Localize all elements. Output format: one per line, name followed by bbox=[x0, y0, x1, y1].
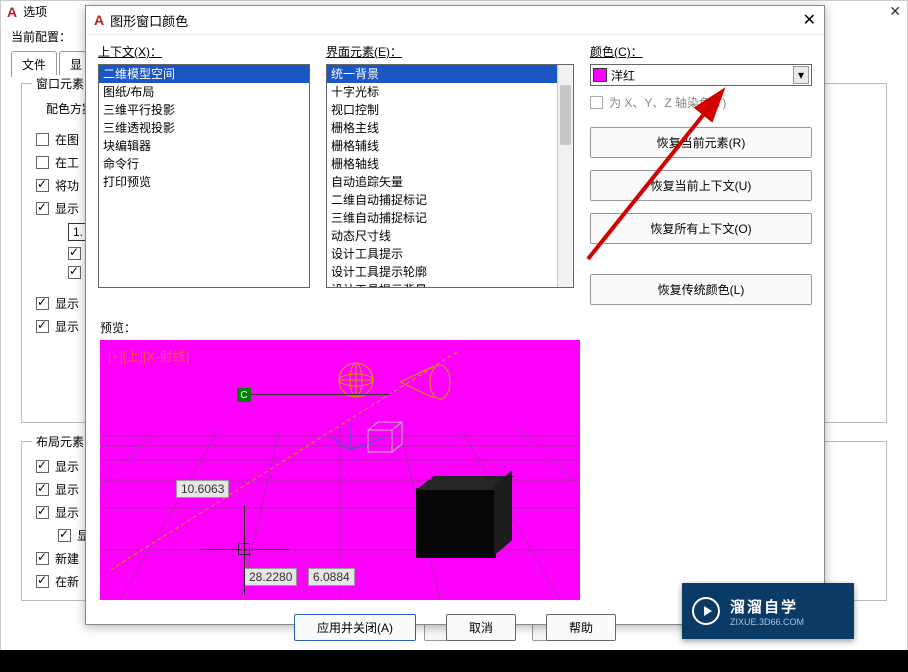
context-item[interactable]: 打印预览 bbox=[99, 173, 309, 191]
chk-show-label: 显示 bbox=[55, 200, 79, 217]
chk-show-3[interactable] bbox=[36, 320, 49, 333]
badge-line1: 溜溜自学 bbox=[730, 596, 804, 617]
context-column: 上下文(X)： 二维模型空间图纸/布局三维平行投影三维透视投影块编辑器命令行打印… bbox=[98, 43, 310, 305]
restore-current-context-button[interactable]: 恢复当前上下文(U) bbox=[590, 170, 812, 201]
group-legend-1: 窗口元素 bbox=[32, 75, 88, 92]
context-item[interactable]: 块编辑器 bbox=[99, 137, 309, 155]
context-item[interactable]: 图纸/布局 bbox=[99, 83, 309, 101]
interface-item[interactable]: 设计工具提示轮廓 bbox=[327, 263, 573, 281]
preview-hline bbox=[250, 394, 390, 395]
play-icon bbox=[692, 597, 720, 625]
interface-item[interactable]: 栅格辅线 bbox=[327, 137, 573, 155]
dialog-title: 图形窗口颜色 bbox=[110, 11, 188, 30]
interface-item[interactable]: 三维自动捕捉标记 bbox=[327, 209, 573, 227]
preview-reading-3: 6.0884 bbox=[308, 568, 355, 586]
context-item[interactable]: 二维模型空间 bbox=[99, 65, 309, 83]
g2-chk-3-label: 显示 bbox=[55, 504, 79, 521]
interface-item[interactable]: 统一背景 bbox=[327, 65, 573, 83]
g2-chk-6-label: 在新 bbox=[55, 573, 79, 590]
interface-item[interactable]: 设计工具提示 bbox=[327, 245, 573, 263]
context-listbox[interactable]: 二维模型空间图纸/布局三维平行投影三维透视投影块编辑器命令行打印预览 bbox=[98, 64, 310, 288]
interface-item[interactable]: 视口控制 bbox=[327, 101, 573, 119]
chk-show-2[interactable] bbox=[36, 297, 49, 310]
color-swatch bbox=[593, 68, 607, 82]
preview-reading-1: 10.6063 bbox=[176, 480, 229, 498]
context-item[interactable]: 三维平行投影 bbox=[99, 101, 309, 119]
preview-grid bbox=[100, 340, 580, 600]
chk-tool-label: 在工 bbox=[55, 154, 79, 171]
interface-label: 界面元素(E)： bbox=[326, 43, 574, 60]
tint-checkbox[interactable] bbox=[590, 96, 603, 109]
g2-chk-4[interactable] bbox=[58, 529, 71, 542]
restore-all-contexts-button[interactable]: 恢复所有上下文(O) bbox=[590, 213, 812, 244]
interface-item[interactable]: 栅格主线 bbox=[327, 119, 573, 137]
dialog-close-icon[interactable]: ✕ bbox=[803, 10, 816, 30]
interface-listbox[interactable]: 统一背景十字光标视口控制栅格主线栅格辅线栅格轴线自动追踪矢量二维自动捕捉标记三维… bbox=[326, 64, 574, 288]
restore-current-element-button[interactable]: 恢复当前元素(R) bbox=[590, 127, 812, 158]
cancel-button[interactable]: 取消 bbox=[446, 614, 516, 641]
preview-c-badge: C bbox=[237, 388, 251, 402]
badge-text: 溜溜自学 ZIXUE.3D66.COM bbox=[730, 596, 804, 627]
dialog-titlebar: A 图形窗口颜色 ✕ bbox=[86, 6, 824, 35]
color-value: 洋红 bbox=[611, 67, 635, 84]
preview-viewport: [+][上][X-射线] C 10.6063 28.2280 6.0884 bbox=[100, 340, 580, 600]
interface-item[interactable]: 栅格轴线 bbox=[327, 155, 573, 173]
color-column: 颜色(C)： 洋红 ▾ 为 X、Y、Z 轴染色(T) 恢复当前元素(R) 恢复当… bbox=[590, 43, 812, 305]
interface-item[interactable]: 动态尺寸线 bbox=[327, 227, 573, 245]
dialog-body: 上下文(X)： 二维模型空间图纸/布局三维平行投影三维透视投影块编辑器命令行打印… bbox=[86, 35, 824, 309]
bottom-black-strip bbox=[0, 650, 908, 672]
cursor-pickbox bbox=[238, 543, 250, 555]
context-label: 上下文(X)： bbox=[98, 43, 310, 60]
interface-scrollbar[interactable] bbox=[557, 65, 573, 287]
g2-chk-1-label: 显示 bbox=[55, 458, 79, 475]
context-item[interactable]: 三维透视投影 bbox=[99, 119, 309, 137]
chevron-down-icon[interactable]: ▾ bbox=[793, 66, 809, 84]
group-legend-2: 布局元素 bbox=[32, 433, 88, 450]
chk-func-label: 将功 bbox=[55, 177, 79, 194]
preview-reading-2: 28.2280 bbox=[244, 568, 297, 586]
apply-close-button[interactable]: 应用并关闭(A) bbox=[294, 614, 416, 641]
help-button[interactable]: 帮助 bbox=[546, 614, 616, 641]
color-label: 颜色(C)： bbox=[590, 43, 812, 60]
preview-overlay-text: [+][上][X-射线] bbox=[108, 346, 189, 365]
autocad-icon: A bbox=[7, 4, 17, 20]
interface-column: 界面元素(E)： 统一背景十字光标视口控制栅格主线栅格辅线栅格轴线自动追踪矢量二… bbox=[326, 43, 574, 305]
tab-file[interactable]: 文件 bbox=[11, 51, 57, 77]
context-item[interactable]: 命令行 bbox=[99, 155, 309, 173]
chk-show-2-label: 显示 bbox=[55, 295, 79, 312]
scrollbar-thumb[interactable] bbox=[560, 85, 571, 145]
sub-chk-1[interactable] bbox=[68, 247, 81, 260]
chk-show-3-label: 显示 bbox=[55, 318, 79, 335]
preview-label: 预览： bbox=[100, 319, 824, 336]
g2-chk-3[interactable] bbox=[36, 506, 49, 519]
tint-row: 为 X、Y、Z 轴染色(T) bbox=[590, 94, 812, 111]
autocad-a-icon: A bbox=[94, 12, 104, 28]
interface-item[interactable]: 二维自动捕捉标记 bbox=[327, 191, 573, 209]
interface-item[interactable]: 设计工具提示背景 bbox=[327, 281, 573, 288]
tint-label: 为 X、Y、Z 轴染色(T) bbox=[609, 94, 726, 111]
window-colors-dialog: A 图形窗口颜色 ✕ 上下文(X)： 二维模型空间图纸/布局三维平行投影三维透视… bbox=[85, 5, 825, 625]
g2-chk-5-label: 新建 bbox=[55, 550, 79, 567]
chk-drawing[interactable] bbox=[36, 133, 49, 146]
g2-chk-6[interactable] bbox=[36, 575, 49, 588]
chk-drawing-label: 在图 bbox=[55, 131, 79, 148]
zixue-badge: 溜溜自学 ZIXUE.3D66.COM bbox=[682, 583, 854, 639]
color-combobox[interactable]: 洋红 ▾ bbox=[590, 64, 812, 86]
preview-cube bbox=[416, 488, 496, 558]
chk-show[interactable] bbox=[36, 202, 49, 215]
options-close-icon[interactable]: ✕ bbox=[889, 3, 901, 20]
interface-item[interactable]: 十字光标 bbox=[327, 83, 573, 101]
interface-item[interactable]: 自动追踪矢量 bbox=[327, 173, 573, 191]
g2-chk-2[interactable] bbox=[36, 483, 49, 496]
g2-chk-2-label: 显示 bbox=[55, 481, 79, 498]
options-title: 选项 bbox=[23, 3, 47, 20]
restore-legacy-colors-button[interactable]: 恢复传统颜色(L) bbox=[590, 274, 812, 305]
badge-line2: ZIXUE.3D66.COM bbox=[730, 617, 804, 627]
chk-func[interactable] bbox=[36, 179, 49, 192]
g2-chk-1[interactable] bbox=[36, 460, 49, 473]
chk-tool[interactable] bbox=[36, 156, 49, 169]
sub-chk-2[interactable] bbox=[68, 266, 81, 279]
g2-chk-5[interactable] bbox=[36, 552, 49, 565]
